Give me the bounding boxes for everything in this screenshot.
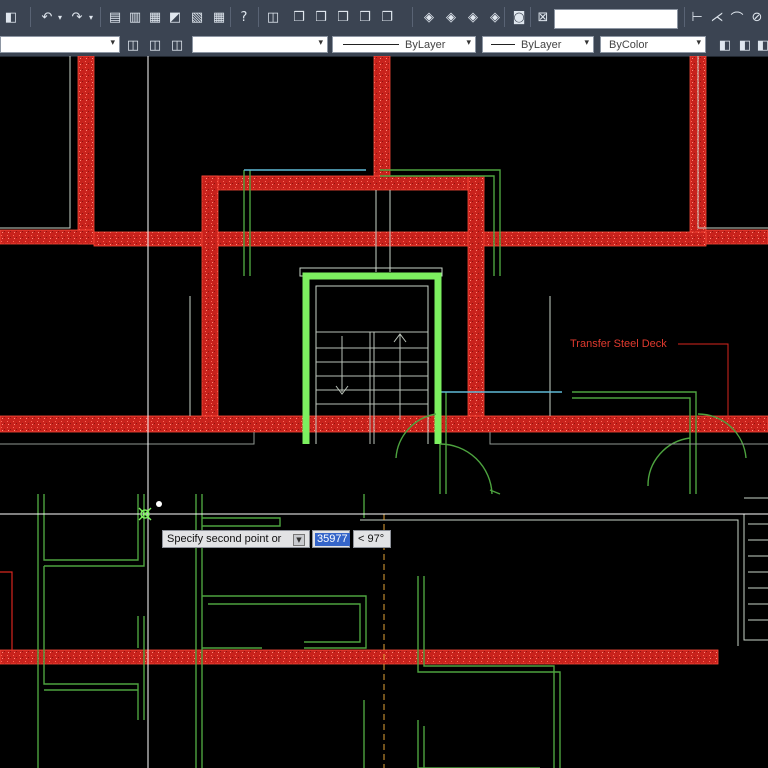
distance-input[interactable]: 35977 — [312, 530, 350, 548]
corridor-lines — [0, 432, 768, 445]
undo-icon[interactable]: ↶ — [38, 8, 56, 26]
red-bracket — [0, 571, 13, 650]
annotation-label: Transfer Steel Deck — [570, 338, 667, 350]
cyan-lines — [244, 169, 562, 393]
annotation-leader — [678, 343, 729, 420]
match-icon[interactable]: ◩ — [166, 8, 184, 26]
redo-dropdown-icon[interactable]: ▾ — [86, 8, 96, 26]
view-back-icon[interactable]: ❐ — [378, 8, 396, 26]
lineweight-sample — [491, 44, 515, 45]
wall-segment — [77, 56, 95, 245]
view-right-icon[interactable]: ❒ — [356, 8, 374, 26]
linetype-value: ByLayer — [405, 38, 446, 51]
angle-input[interactable]: < 97° — [353, 530, 391, 548]
print-icon[interactable]: ▥ — [126, 8, 144, 26]
zoom-extents-icon[interactable]: ⊠ — [534, 8, 552, 26]
properties-icon[interactable]: ▦ — [146, 8, 164, 26]
layer-previous-icon[interactable]: ◫ — [168, 36, 186, 54]
table-icon[interactable]: ▦ — [210, 8, 228, 26]
toolbar-separator — [530, 7, 531, 27]
layer-states-icon[interactable]: ◧ — [716, 36, 734, 54]
wall-segment — [0, 415, 768, 433]
right-stair-lines — [360, 497, 768, 646]
hatch-icon[interactable]: ◧ — [2, 8, 20, 26]
dim-aligned-icon[interactable]: ⋌ — [708, 8, 726, 26]
orbit-3-icon[interactable]: ◈ — [464, 8, 482, 26]
command-prompt-text: Specify second point or — [167, 533, 282, 545]
orbit-2-icon[interactable]: ◈ — [442, 8, 460, 26]
layer-walk-icon[interactable]: ◧ — [736, 36, 754, 54]
view-left-icon[interactable]: ❒ — [334, 8, 352, 26]
chevron-down-icon: ▾ — [110, 38, 115, 48]
layer-name-dropdown[interactable]: ▾ — [192, 36, 328, 53]
toolbar-separator — [684, 7, 685, 27]
color-dropdown[interactable]: ByColor ▾ — [600, 36, 706, 53]
wall-segment — [93, 231, 707, 247]
chevron-down-icon: ▾ — [318, 38, 323, 48]
distance-value[interactable]: 35977 — [315, 533, 350, 546]
command-prompt-tooltip: Specify second point or ▼ — [162, 530, 310, 548]
help-icon[interactable]: ? — [235, 8, 253, 26]
quick-access-toolbar: ◧ ↶ ▾ ↷ ▾ ▤ ▥ ▦ ◩ ▧ ▦ ? ◫ ❒ ❒ ❒ ❒ ❐ ◈ ◈ … — [0, 0, 768, 35]
wall-segment — [467, 175, 485, 421]
dim-linear-icon[interactable]: ⊢ — [688, 8, 706, 26]
drawing-canvas[interactable] — [0, 56, 768, 768]
lineweight-dropdown[interactable]: ByLayer ▾ — [482, 36, 594, 53]
orbit-4-icon[interactable]: ◈ — [486, 8, 504, 26]
toolbar-separator — [100, 7, 101, 27]
wall-segment — [705, 229, 768, 245]
layer-match-icon[interactable]: ◫ — [146, 36, 164, 54]
layer-isolate-icon[interactable]: ◧ — [754, 36, 768, 54]
orbit-1-icon[interactable]: ◈ — [420, 8, 438, 26]
toolbar-separator — [504, 7, 505, 27]
camera-icon[interactable]: ◙ — [510, 8, 528, 26]
toolbar-separator — [412, 7, 413, 27]
toolbar-separator — [258, 7, 259, 27]
linetype-dropdown[interactable]: ByLayer ▾ — [332, 36, 476, 53]
toolbar-separator — [230, 7, 231, 27]
options-arrow-icon[interactable]: ▼ — [293, 534, 305, 546]
layer-icon[interactable]: ◫ — [264, 8, 282, 26]
save-icon[interactable]: ▤ — [106, 8, 124, 26]
redo-icon[interactable]: ↷ — [68, 8, 86, 26]
view-front-icon[interactable]: ❒ — [290, 8, 308, 26]
wall-segment — [0, 229, 95, 245]
paste-icon[interactable]: ▧ — [188, 8, 206, 26]
undo-dropdown-icon[interactable]: ▾ — [55, 8, 65, 26]
chevron-down-icon: ▾ — [466, 38, 471, 48]
search-input[interactable] — [554, 9, 678, 29]
dim-arc-icon[interactable]: ⌒ — [728, 8, 746, 27]
cursor-dot — [156, 501, 162, 507]
wall-segment — [201, 175, 219, 421]
properties-toolbar: ▾ ◫ ◫ ◫ ▾ ByLayer ▾ ByLayer ▾ ByColor ▾ ◧ ◧… — [0, 34, 768, 57]
color-value: ByColor — [609, 38, 649, 51]
layer-make-current-icon[interactable]: ◫ — [124, 36, 142, 54]
wall-segment — [373, 56, 391, 181]
dim-radius-icon[interactable]: ⊘ — [748, 8, 766, 26]
toolbar-separator — [30, 7, 31, 27]
chevron-down-icon: ▾ — [696, 38, 701, 48]
wall-segment — [0, 649, 719, 665]
linetype-sample — [343, 44, 399, 45]
view-top-icon[interactable]: ❒ — [312, 8, 330, 26]
layer-dropdown[interactable]: ▾ — [0, 36, 120, 53]
chevron-down-icon: ▾ — [584, 38, 589, 48]
snap-marker — [138, 507, 152, 521]
lineweight-value: ByLayer — [521, 38, 562, 51]
upper-walls — [0, 56, 768, 665]
